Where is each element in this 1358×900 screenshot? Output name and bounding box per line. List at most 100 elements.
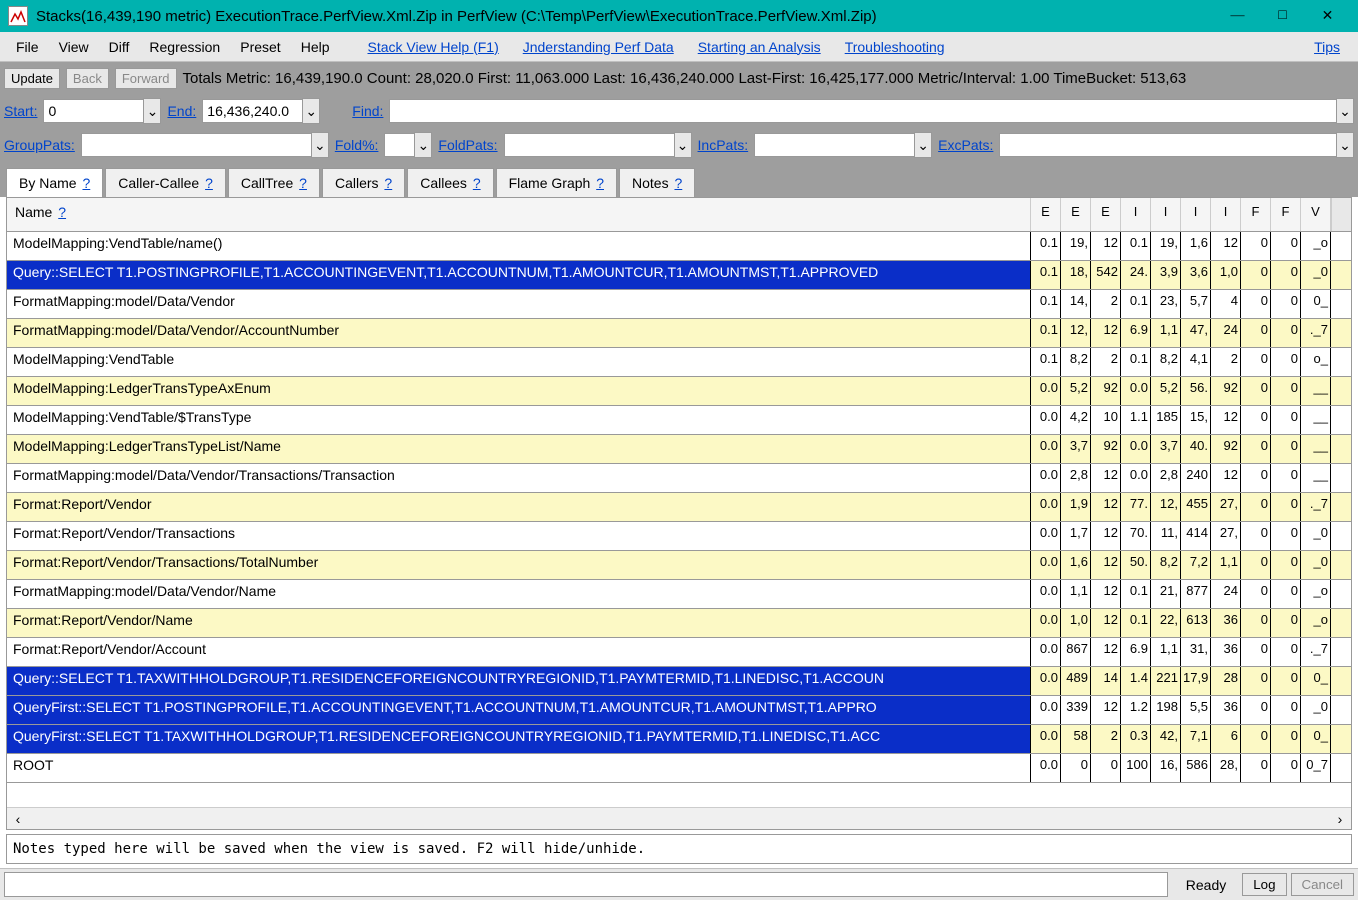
incpats-label[interactable]: IncPats: xyxy=(698,137,749,153)
cancel-button[interactable]: Cancel xyxy=(1291,873,1355,896)
table-row[interactable]: FormatMapping:model/Data/Vendor/Transact… xyxy=(7,464,1351,493)
incpats-dropdown-icon[interactable]: ⌄ xyxy=(914,132,932,158)
table-row[interactable]: Format:Report/Vendor/Transactions/TotalN… xyxy=(7,551,1351,580)
col-name[interactable]: Name ? xyxy=(7,198,1031,231)
cell-name[interactable]: ModelMapping:VendTable xyxy=(7,348,1031,376)
menu-view[interactable]: View xyxy=(49,35,99,59)
cell-name[interactable]: Query::SELECT T1.TAXWITHHOLDGROUP,T1.RES… xyxy=(7,667,1031,695)
foldpct-input[interactable] xyxy=(384,133,414,157)
excpats-input[interactable] xyxy=(999,133,1336,157)
table-row[interactable]: Query::SELECT T1.POSTINGPROFILE,T1.ACCOU… xyxy=(7,261,1351,290)
col-header[interactable]: V xyxy=(1301,198,1331,231)
link-troubleshooting[interactable]: Troubleshooting xyxy=(833,35,957,59)
update-button[interactable]: Update xyxy=(4,68,60,89)
col-header[interactable]: E xyxy=(1031,198,1061,231)
table-row[interactable]: ModelMapping:LedgerTransTypeAxEnum0.05,2… xyxy=(7,377,1351,406)
find-input[interactable] xyxy=(389,99,1336,123)
find-dropdown-icon[interactable]: ⌄ xyxy=(1336,98,1354,124)
menu-file[interactable]: File xyxy=(6,35,49,59)
tab-flame-graph[interactable]: Flame Graph ? xyxy=(496,168,617,197)
end-label[interactable]: End: xyxy=(167,103,196,119)
tab-help-icon[interactable]: ? xyxy=(674,175,682,191)
col-help-icon[interactable]: ? xyxy=(58,204,66,220)
table-row[interactable]: Format:Report/Vendor/Name0.01,0120.122,6… xyxy=(7,609,1351,638)
start-input[interactable] xyxy=(43,99,143,123)
grouppats-dropdown-icon[interactable]: ⌄ xyxy=(311,132,329,158)
col-header[interactable]: I xyxy=(1211,198,1241,231)
tab-calltree[interactable]: CallTree ? xyxy=(228,168,320,197)
log-button[interactable]: Log xyxy=(1242,873,1286,896)
tab-help-icon[interactable]: ? xyxy=(473,175,481,191)
table-row[interactable]: QueryFirst::SELECT T1.POSTINGPROFILE,T1.… xyxy=(7,696,1351,725)
cell-name[interactable]: FormatMapping:model/Data/Vendor xyxy=(7,290,1031,318)
table-row[interactable]: Query::SELECT T1.TAXWITHHOLDGROUP,T1.RES… xyxy=(7,667,1351,696)
tab-by-name[interactable]: By Name ? xyxy=(6,168,103,197)
back-button[interactable]: Back xyxy=(66,68,109,89)
tab-help-icon[interactable]: ? xyxy=(205,175,213,191)
cell-name[interactable]: ModelMapping:VendTable/name() xyxy=(7,232,1031,260)
scroll-left-icon[interactable]: ‹ xyxy=(7,811,29,827)
menu-preset[interactable]: Preset xyxy=(230,35,290,59)
cell-name[interactable]: QueryFirst::SELECT T1.POSTINGPROFILE,T1.… xyxy=(7,696,1031,724)
cell-name[interactable]: FormatMapping:model/Data/Vendor/Name xyxy=(7,580,1031,608)
link-starting-analysis[interactable]: Starting an Analysis xyxy=(686,35,833,59)
cell-name[interactable]: ModelMapping:LedgerTransTypeList/Name xyxy=(7,435,1031,463)
cell-name[interactable]: FormatMapping:model/Data/Vendor/Transact… xyxy=(7,464,1031,492)
maximize-button[interactable]: □ xyxy=(1260,1,1305,31)
tab-callers[interactable]: Callers ? xyxy=(322,168,405,197)
cell-name[interactable]: Format:Report/Vendor xyxy=(7,493,1031,521)
horizontal-scrollbar[interactable]: ‹ › xyxy=(7,807,1351,829)
menu-diff[interactable]: Diff xyxy=(99,35,140,59)
table-row[interactable]: Format:Report/Vendor0.01,91277.12,45527,… xyxy=(7,493,1351,522)
tab-help-icon[interactable]: ? xyxy=(596,175,604,191)
link-stack-view-help[interactable]: Stack View Help (F1) xyxy=(356,35,511,59)
table-row[interactable]: ModelMapping:VendTable0.18,220.18,24,120… xyxy=(7,348,1351,377)
foldpats-dropdown-icon[interactable]: ⌄ xyxy=(674,132,692,158)
table-row[interactable]: ModelMapping:LedgerTransTypeList/Name0.0… xyxy=(7,435,1351,464)
cell-name[interactable]: Format:Report/Vendor/Name xyxy=(7,609,1031,637)
cell-name[interactable]: ModelMapping:VendTable/$TransType xyxy=(7,406,1031,434)
minimize-button[interactable]: — xyxy=(1215,1,1260,31)
foldpats-label[interactable]: FoldPats: xyxy=(438,137,497,153)
scrollbar-track[interactable] xyxy=(1331,198,1351,231)
col-header[interactable]: I xyxy=(1121,198,1151,231)
link-understanding-perf-data[interactable]: Jnderstanding Perf Data xyxy=(511,35,686,59)
menu-help[interactable]: Help xyxy=(291,35,340,59)
start-dropdown-icon[interactable]: ⌄ xyxy=(143,98,161,124)
col-header[interactable]: F xyxy=(1241,198,1271,231)
col-header[interactable]: I xyxy=(1181,198,1211,231)
find-label[interactable]: Find: xyxy=(352,103,383,119)
excpats-dropdown-icon[interactable]: ⌄ xyxy=(1336,132,1354,158)
status-input[interactable] xyxy=(4,872,1168,897)
tab-caller-callee[interactable]: Caller-Callee ? xyxy=(105,168,226,197)
table-row[interactable]: ROOT0.00010016,58628,000_7 xyxy=(7,754,1351,783)
col-header[interactable]: F xyxy=(1271,198,1301,231)
cell-name[interactable]: ROOT xyxy=(7,754,1031,782)
forward-button[interactable]: Forward xyxy=(115,68,177,89)
cell-name[interactable]: Query::SELECT T1.POSTINGPROFILE,T1.ACCOU… xyxy=(7,261,1031,289)
link-tips[interactable]: Tips xyxy=(1302,35,1352,59)
col-header[interactable]: I xyxy=(1151,198,1181,231)
foldpct-label[interactable]: Fold%: xyxy=(335,137,379,153)
table-row[interactable]: QueryFirst::SELECT T1.TAXWITHHOLDGROUP,T… xyxy=(7,725,1351,754)
menu-regression[interactable]: Regression xyxy=(139,35,230,59)
col-header[interactable]: E xyxy=(1091,198,1121,231)
scroll-right-icon[interactable]: › xyxy=(1329,811,1351,827)
cell-name[interactable]: FormatMapping:model/Data/Vendor/AccountN… xyxy=(7,319,1031,347)
table-row[interactable]: ModelMapping:VendTable/$TransType0.04,21… xyxy=(7,406,1351,435)
foldpats-input[interactable] xyxy=(504,133,674,157)
tab-help-icon[interactable]: ? xyxy=(299,175,307,191)
tab-notes[interactable]: Notes ? xyxy=(619,168,695,197)
tab-callees[interactable]: Callees ? xyxy=(407,168,493,197)
notes-area[interactable]: Notes typed here will be saved when the … xyxy=(6,834,1352,864)
tab-help-icon[interactable]: ? xyxy=(82,175,90,191)
start-label[interactable]: Start: xyxy=(4,103,37,119)
table-row[interactable]: FormatMapping:model/Data/Vendor/Name0.01… xyxy=(7,580,1351,609)
end-input[interactable] xyxy=(202,99,302,123)
foldpct-dropdown-icon[interactable]: ⌄ xyxy=(414,132,432,158)
table-row[interactable]: ModelMapping:VendTable/name()0.119,120.1… xyxy=(7,232,1351,261)
cell-name[interactable]: QueryFirst::SELECT T1.TAXWITHHOLDGROUP,T… xyxy=(7,725,1031,753)
grouppats-label[interactable]: GroupPats: xyxy=(4,137,75,153)
col-header[interactable]: E xyxy=(1061,198,1091,231)
table-row[interactable]: FormatMapping:model/Data/Vendor/AccountN… xyxy=(7,319,1351,348)
